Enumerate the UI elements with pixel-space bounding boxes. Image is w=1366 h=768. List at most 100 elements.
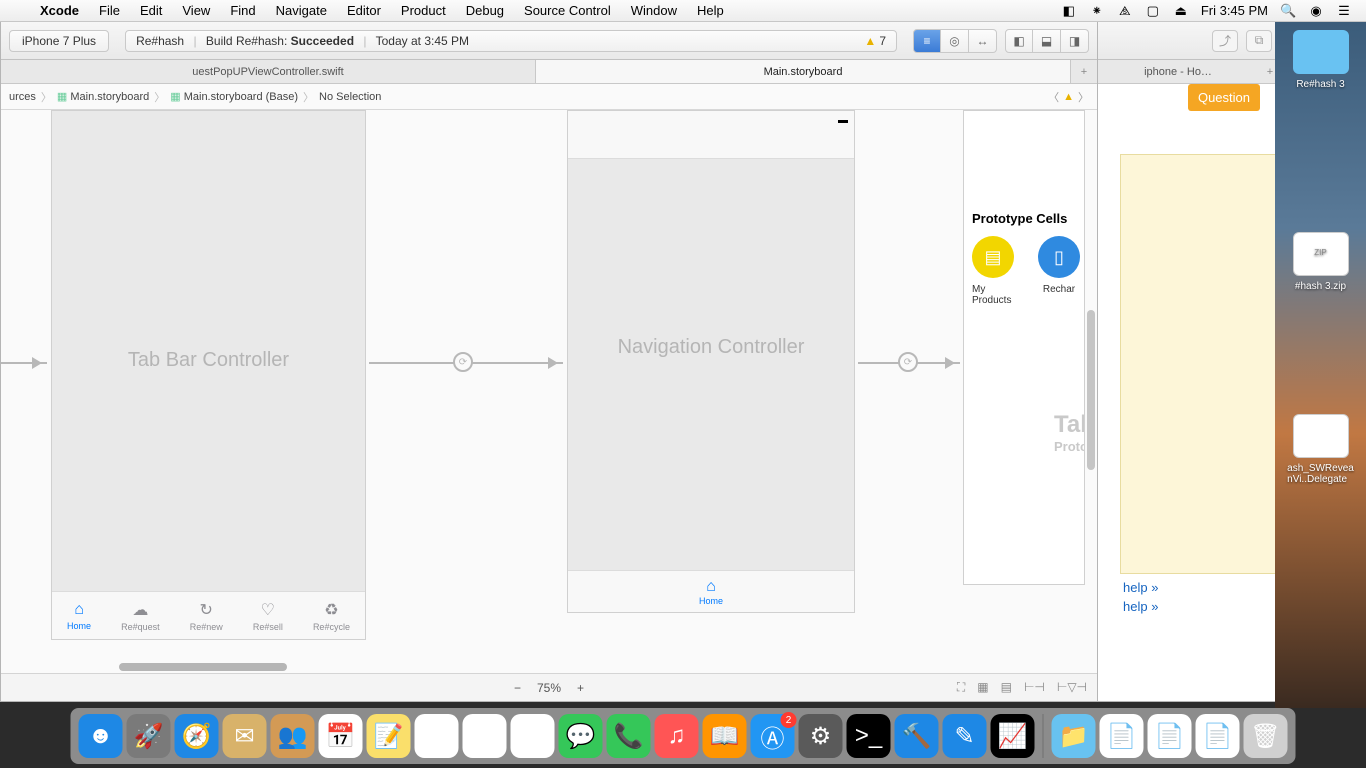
- dock-app[interactable]: 👥: [271, 714, 315, 758]
- editor-tab[interactable]: Main.storyboard: [536, 60, 1071, 83]
- version-editor-button[interactable]: ↔: [969, 29, 997, 53]
- tab-bar-item[interactable]: ☁Re#quest: [121, 600, 160, 632]
- dock-app[interactable]: 💬: [559, 714, 603, 758]
- desktop[interactable]: Re#hash 3 ZIP #hash 3.zip ash_SWRevea nV…: [1275, 22, 1366, 708]
- help-link[interactable]: help »: [1123, 580, 1158, 595]
- notifications-icon[interactable]: ☰: [1336, 3, 1352, 19]
- wifi-icon[interactable]: ⧌: [1117, 3, 1133, 19]
- desktop-item[interactable]: ash_SWRevea nVi..Delegate: [1279, 414, 1363, 485]
- menu-product[interactable]: Product: [391, 3, 456, 18]
- tab-bar-item[interactable]: ♻Re#cycle: [313, 600, 350, 632]
- dock-app[interactable]: 📖: [703, 714, 747, 758]
- scheme-selector[interactable]: iPhone 7 Plus: [9, 30, 109, 52]
- crumb-item[interactable]: No Selection: [319, 91, 381, 103]
- bottom-panel-toggle[interactable]: ⬓: [1033, 29, 1061, 53]
- menu-view[interactable]: View: [172, 3, 220, 18]
- vertical-scrollbar[interactable]: [1087, 310, 1095, 470]
- menu-editor[interactable]: Editor: [337, 3, 391, 18]
- dock-app[interactable]: 🚀: [127, 714, 171, 758]
- segue-node-icon[interactable]: ⟳: [453, 352, 473, 372]
- view-controller-scene[interactable]: Prototype Cells ▤My Products ▯Rechar Tab…: [963, 110, 1085, 585]
- left-panel-toggle[interactable]: ◧: [1005, 29, 1033, 53]
- spotlight-icon[interactable]: 🔍: [1280, 3, 1296, 19]
- add-tab-button[interactable]: +: [1071, 60, 1097, 83]
- segue-node-icon[interactable]: ⟳: [898, 352, 918, 372]
- segue-arrow[interactable]: ⟳: [858, 362, 960, 364]
- crumb-item[interactable]: urces: [9, 91, 36, 103]
- menu-window[interactable]: Window: [621, 3, 687, 18]
- navigation-controller-scene[interactable]: ▬ Navigation Controller ⌂ Home: [567, 110, 855, 613]
- dock-app[interactable]: Ⓐ: [751, 714, 795, 758]
- menubar-extra-icon[interactable]: ◧: [1061, 3, 1077, 19]
- standard-editor-button[interactable]: ≡: [913, 29, 941, 53]
- warning-icon[interactable]: ▲: [1063, 91, 1074, 103]
- tab-bar-item[interactable]: ♡Re#sell: [253, 600, 283, 632]
- canvas-tool-icon[interactable]: ⊢⊣: [1024, 680, 1045, 695]
- menu-file[interactable]: File: [89, 3, 130, 18]
- crumb-item[interactable]: Main.storyboard (Base): [184, 91, 298, 103]
- safari-window[interactable]: ⤴ ⧉ iphone - Ho… + Question help » help …: [1095, 22, 1281, 702]
- dock-app[interactable]: 🖼: [463, 714, 507, 758]
- desktop-item[interactable]: Re#hash 3: [1279, 30, 1363, 90]
- menu-debug[interactable]: Debug: [456, 3, 514, 18]
- tab-bar-item[interactable]: ↻Re#new: [190, 600, 223, 632]
- menu-navigate[interactable]: Navigate: [266, 3, 337, 18]
- desktop-item[interactable]: ZIP #hash 3.zip: [1279, 232, 1363, 292]
- siri-icon[interactable]: ◉: [1308, 3, 1324, 19]
- dock-app[interactable]: ✓: [415, 714, 459, 758]
- airplay-icon[interactable]: ▢: [1145, 3, 1161, 19]
- menu-edit[interactable]: Edit: [130, 3, 172, 18]
- safari-tab[interactable]: iphone - Ho…: [1096, 60, 1260, 83]
- canvas-tool-icon[interactable]: ▤: [1001, 680, 1012, 695]
- dock-app[interactable]: 📈: [991, 714, 1035, 758]
- help-link[interactable]: help »: [1123, 599, 1158, 614]
- collection-cell[interactable]: ▤My Products: [972, 236, 1014, 306]
- dock-app[interactable]: ⚙: [799, 714, 843, 758]
- crumb-item[interactable]: Main.storyboard: [70, 91, 149, 103]
- dock-app[interactable]: 🗺: [511, 714, 555, 758]
- forward-icon[interactable]: 〉: [1078, 89, 1089, 105]
- tab-bar-item[interactable]: ⌂Home: [67, 601, 91, 631]
- collection-cell[interactable]: ▯Rechar: [1038, 236, 1080, 306]
- bluetooth-icon[interactable]: ⁕: [1089, 3, 1105, 19]
- dock-app[interactable]: ☻: [79, 714, 123, 758]
- menu-source-control[interactable]: Source Control: [514, 3, 621, 18]
- xcode-window[interactable]: iPhone 7 Plus Re#hash | Build Re#hash: S…: [0, 22, 1098, 702]
- tab-bar-controller-scene[interactable]: Tab Bar Controller ⌂Home ☁Re#quest ↻Re#n…: [51, 110, 366, 640]
- canvas-tool-icon[interactable]: ▦: [977, 680, 988, 695]
- editor-tab[interactable]: uestPopUPViewController.swift: [1, 60, 536, 83]
- menu-help[interactable]: Help: [687, 3, 734, 18]
- canvas-tool-icon[interactable]: ⊢▽⊣: [1057, 680, 1087, 695]
- warnings-indicator[interactable]: ▲7: [864, 34, 886, 48]
- menu-find[interactable]: Find: [220, 3, 265, 18]
- zoom-in-button[interactable]: +: [577, 681, 584, 695]
- clock[interactable]: Fri 3:45 PM: [1201, 3, 1268, 18]
- zoom-level[interactable]: 75%: [537, 681, 561, 695]
- right-panel-toggle[interactable]: ◨: [1061, 29, 1089, 53]
- back-icon[interactable]: 〈: [1048, 89, 1059, 105]
- dock-app[interactable]: ✎: [943, 714, 987, 758]
- horizontal-scrollbar[interactable]: [119, 663, 287, 671]
- segue-arrow[interactable]: ⟳: [369, 362, 563, 364]
- canvas-tool-icon[interactable]: ⛶: [957, 680, 965, 695]
- share-icon[interactable]: ⤴: [1212, 30, 1238, 52]
- tabs-icon[interactable]: ⧉: [1246, 30, 1272, 52]
- dock-item[interactable]: 📁: [1052, 714, 1096, 758]
- dock-item[interactable]: 📄: [1100, 714, 1144, 758]
- dock-app[interactable]: 📝: [367, 714, 411, 758]
- assistant-editor-button[interactable]: ◎: [941, 29, 969, 53]
- jump-bar[interactable]: urces〉 ▦ Main.storyboard〉 ▦ Main.storybo…: [1, 84, 1097, 110]
- dock-app[interactable]: 🧭: [175, 714, 219, 758]
- ask-question-button[interactable]: Question: [1188, 84, 1260, 111]
- eject-icon[interactable]: ⏏: [1173, 3, 1189, 19]
- segue-arrow[interactable]: [1, 362, 47, 364]
- dock-item[interactable]: 📄: [1148, 714, 1192, 758]
- zoom-out-button[interactable]: −: [514, 681, 521, 695]
- dock-app[interactable]: 📞: [607, 714, 651, 758]
- dock-app[interactable]: >_: [847, 714, 891, 758]
- dock-item[interactable]: 📄: [1196, 714, 1240, 758]
- dock-app[interactable]: 🔨: [895, 714, 939, 758]
- dock-app[interactable]: ♫: [655, 714, 699, 758]
- app-menu[interactable]: Xcode: [30, 3, 89, 18]
- dock-app[interactable]: ✉: [223, 714, 267, 758]
